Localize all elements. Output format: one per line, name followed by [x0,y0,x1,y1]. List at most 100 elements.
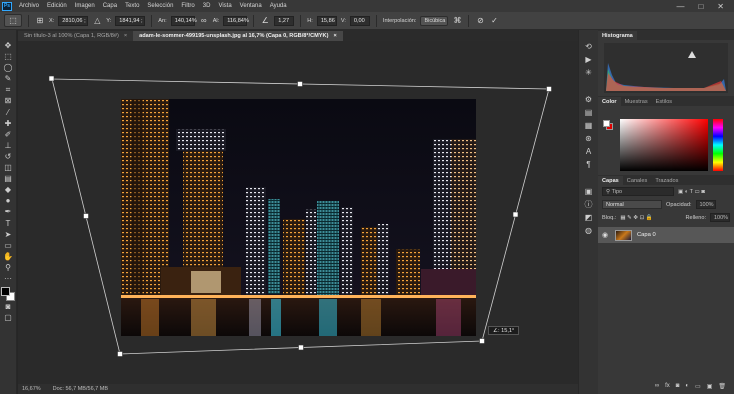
interpolation-select[interactable]: Bicúbica [420,15,449,26]
move-tool-icon[interactable]: ✥ [2,40,14,51]
tab-adam-le-sommer[interactable]: adam-le-sommer-499195-unsplash.jpg al 16… [133,31,343,41]
layer-row[interactable]: ◉ Capa 0 [598,227,734,243]
type-tool-icon[interactable]: T [2,218,14,229]
menu-filtro[interactable]: Filtro [177,3,198,9]
add-mask-icon[interactable]: ◙ [676,383,680,389]
angle-field[interactable]: 1,27 [274,15,295,26]
tab-estilos[interactable]: Estilos [652,97,676,106]
menu-capa[interactable]: Capa [99,3,121,9]
commit-transform-icon[interactable]: ✓ [489,16,499,25]
layer-style-icon[interactable]: fx [665,383,670,389]
trash-icon[interactable]: 🗑 [718,383,726,390]
glyphs-icon[interactable]: ⓘ [583,198,595,211]
marquee-tool-icon[interactable]: ⬚ [2,51,14,62]
brush-tool-icon[interactable]: ✐ [2,129,14,140]
crop-tool-icon[interactable]: ⌗ [2,84,14,95]
rectangle-tool-icon[interactable]: ▭ [2,240,14,251]
close-tab-icon[interactable]: × [333,33,336,39]
layer-name[interactable]: Capa 0 [637,232,656,238]
warp-mode-icon[interactable]: ⌘ [452,16,462,25]
color-field[interactable] [620,119,708,171]
stamp-tool-icon[interactable]: ⊥ [2,140,14,151]
cancel-transform-icon[interactable]: ⊘ [475,16,485,25]
pen-tool-icon[interactable]: ✒ [2,206,14,217]
fill-field[interactable]: 100% [710,213,730,222]
adjustments-icon[interactable]: ✳ [583,66,595,79]
eyedropper-tool-icon[interactable]: ⁄ [2,107,14,118]
visibility-eye-icon[interactable]: ◉ [602,231,610,239]
menu-seleccion[interactable]: Selección [143,3,177,9]
layer-comps-icon[interactable]: ▤ [583,106,595,119]
menu-edicion[interactable]: Edición [43,3,71,9]
gradient-tool-icon[interactable]: ▤ [2,173,14,184]
filter-icons[interactable]: ▣ ◐ T ▭ ◙ [678,189,705,195]
menu-archivo[interactable]: Archivo [15,3,43,9]
photoshop-logo-icon[interactable]: Ps [2,1,12,11]
menu-ventana[interactable]: Ventana [236,3,266,9]
color-swatches[interactable] [1,287,15,302]
dodge-tool-icon[interactable]: ● [2,195,14,206]
blend-mode-select[interactable]: Normal [602,200,662,209]
tab-capas[interactable]: Capas [598,176,623,185]
link-icon[interactable]: ∞ [199,16,209,25]
paragraph-panel-icon[interactable]: ¶ [583,158,595,171]
tab-muestras[interactable]: Muestras [621,97,652,106]
channels-icon[interactable]: ◍ [583,224,595,237]
screen-mode-icon[interactable]: ▢ [2,312,14,323]
hue-slider[interactable] [713,119,723,171]
foreground-color-swatch[interactable] [1,287,10,297]
properties-icon[interactable]: ⚙ [583,93,595,106]
more-tools-icon[interactable]: ··· [2,273,14,284]
lasso-tool-icon[interactable]: ◯ [2,62,14,73]
info-icon[interactable]: ▦ [583,119,595,132]
new-layer-icon[interactable]: ▣ [707,383,713,390]
menu-texto[interactable]: Texto [121,3,143,9]
y-field[interactable]: 1841,94 ; [115,15,146,26]
lock-icons[interactable]: ▦ ✎ ✥ ⊡ 🔒 [620,215,653,221]
tab-histograma[interactable]: Histograma [598,31,637,40]
eraser-tool-icon[interactable]: ◫ [2,162,14,173]
tab-sin-titulo-3[interactable]: Sin título-3 al 100% (Capa 1, RGB/8#) × [18,31,134,41]
history-brush-icon[interactable]: ↺ [2,151,14,162]
healing-tool-icon[interactable]: ✚ [2,118,14,129]
menu-imagen[interactable]: Imagen [71,3,99,9]
zoom-tool-icon[interactable]: ⚲ [2,262,14,273]
zoom-level[interactable]: 16,67% [22,386,41,392]
menu-ayuda[interactable]: Ayuda [266,3,291,9]
path-select-tool-icon[interactable]: ➤ [2,229,14,240]
patterns-icon[interactable]: ◩ [583,211,595,224]
close-tab-icon[interactable]: × [124,33,127,39]
transform-tool-preset-icon[interactable]: ⬚ [4,14,22,27]
tab-trazados[interactable]: Trazados [651,176,682,185]
hskew-field[interactable]: 15,86 [316,15,337,26]
tab-canales[interactable]: Canales [623,176,652,185]
hand-tool-icon[interactable]: ✋ [2,251,14,262]
libraries-icon[interactable]: ▣ [583,185,595,198]
reference-point-icon[interactable]: ⊞ [35,16,45,25]
brush-settings-icon[interactable]: ⊛ [583,132,595,145]
adjustment-layer-icon[interactable]: ◐ [685,383,689,389]
blur-tool-icon[interactable]: ◆ [2,184,14,195]
maximize-icon[interactable]: □ [698,2,703,11]
layer-search-input[interactable]: ⚲ Tipo [602,187,674,196]
menu-3d[interactable]: 3D [199,3,215,9]
minimize-icon[interactable]: — [676,2,684,11]
x-field[interactable]: 2810,06 ; [58,15,89,26]
quick-mask-icon[interactable]: ◙ [2,301,14,312]
opacity-field[interactable]: 100% [695,200,716,209]
menu-vista[interactable]: Vista [214,3,235,9]
link-layers-icon[interactable]: ∞ [655,383,659,389]
width-field[interactable]: 140,14% [170,15,197,26]
close-icon[interactable]: ✕ [717,2,724,11]
new-group-icon[interactable]: ▭ [695,383,701,390]
tab-color[interactable]: Color [598,97,621,106]
foreground-color-chip[interactable] [603,120,610,127]
play-actions-icon[interactable]: ▶ [583,53,595,66]
triangle-icon[interactable]: △ [92,16,102,25]
height-field[interactable]: 116,84% [223,15,249,26]
history-panel-icon[interactable]: ⟲ [583,40,595,53]
character-panel-icon[interactable]: A [583,145,595,158]
frame-tool-icon[interactable]: ⊠ [2,95,14,106]
vskew-field[interactable]: 0,00 [349,15,370,26]
quick-select-tool-icon[interactable]: ✎ [2,73,14,84]
